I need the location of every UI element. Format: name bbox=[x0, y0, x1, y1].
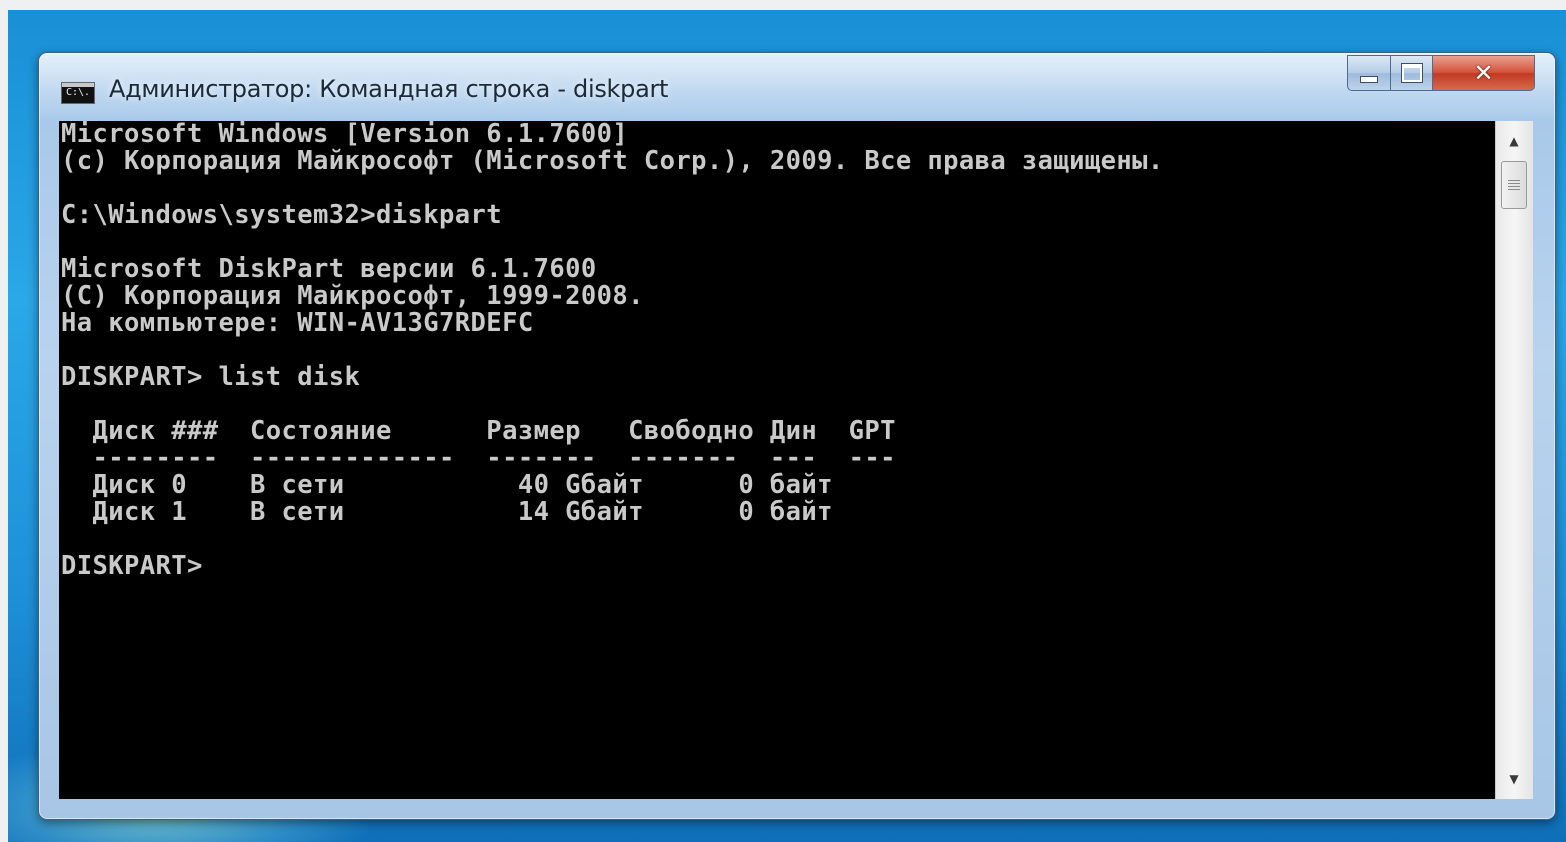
console-line: (c) Корпорация Майкрософт (Microsoft Cor… bbox=[61, 146, 1164, 176]
console-line bbox=[59, 175, 1495, 202]
minimize-button[interactable] bbox=[1347, 55, 1391, 91]
maximize-button[interactable] bbox=[1391, 55, 1433, 91]
console-line bbox=[59, 337, 1495, 364]
console-line: Диск ### Состояние Размер Свободно Дин G… bbox=[61, 416, 896, 446]
console-prompt[interactable]: DISKPART> bbox=[59, 553, 1495, 580]
console-line: -------- ------------- ------- ------- -… bbox=[61, 443, 896, 473]
console-output[interactable]: Microsoft Windows [Version 6.1.7600] (c)… bbox=[59, 121, 1495, 799]
console-line: C:\Windows\system32>diskpart bbox=[61, 200, 503, 230]
close-button[interactable]: ✕ bbox=[1433, 55, 1535, 91]
desktop-background: C:\. Администратор: Командная строка - d… bbox=[8, 10, 1566, 842]
console-line: Диск 0 В сети 40 Gбайт 0 байт bbox=[61, 470, 833, 500]
console-line: Microsoft DiskPart версии 6.1.7600 bbox=[61, 254, 597, 284]
scrollbar-thumb[interactable] bbox=[1501, 161, 1527, 209]
scroll-down-arrow-icon[interactable]: ▼ bbox=[1496, 761, 1532, 797]
maximize-icon bbox=[1401, 64, 1422, 82]
console-line: (C) Корпорация Майкрософт, 1999-2008. bbox=[61, 281, 644, 311]
close-icon: ✕ bbox=[1473, 59, 1494, 87]
grip-icon bbox=[1508, 180, 1520, 190]
minimize-icon bbox=[1360, 75, 1378, 83]
console-line: Microsoft Windows [Version 6.1.7600] bbox=[61, 121, 629, 149]
window-title: Администратор: Командная строка - diskpa… bbox=[109, 75, 669, 103]
console-line bbox=[59, 229, 1495, 256]
console-line bbox=[59, 391, 1495, 418]
console-line bbox=[59, 526, 1495, 553]
command-prompt-window[interactable]: C:\. Администратор: Командная строка - d… bbox=[38, 52, 1556, 820]
console-line: DISKPART> list disk bbox=[61, 362, 361, 392]
title-bar[interactable]: C:\. Администратор: Командная строка - d… bbox=[39, 53, 1555, 121]
scroll-up-arrow-icon[interactable]: ▲ bbox=[1496, 123, 1532, 159]
console-line: Диск 1 В сети 14 Gбайт 0 байт bbox=[61, 497, 833, 527]
console-line: На компьютере: WIN-AV13G7RDEFC bbox=[61, 308, 534, 338]
vertical-scrollbar[interactable]: ▲ ▼ bbox=[1495, 121, 1533, 799]
window-controls: ✕ bbox=[1347, 55, 1535, 91]
cmd-app-icon[interactable]: C:\. bbox=[61, 82, 95, 104]
